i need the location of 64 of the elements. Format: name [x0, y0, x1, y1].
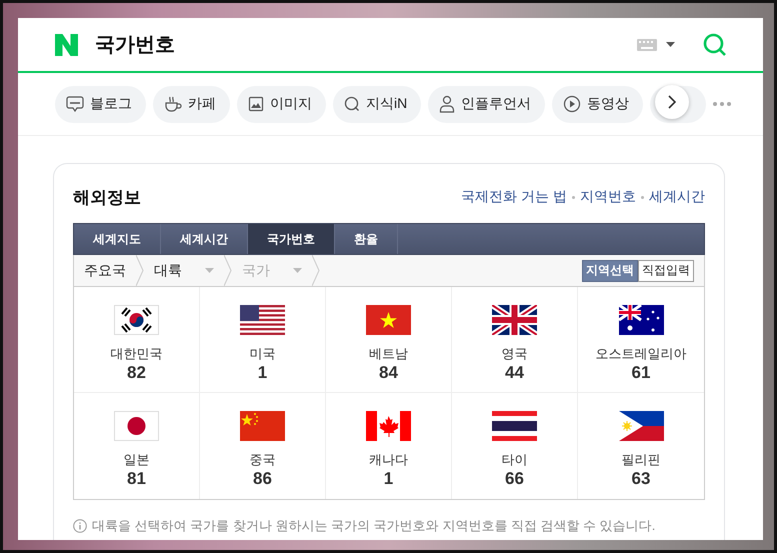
country-name[interactable]: 오스트레일리아 [596, 345, 686, 363]
category-tab[interactable]: 환율 [335, 224, 398, 254]
play-circle-icon [563, 95, 582, 113]
country-name[interactable]: 필리핀 [622, 451, 660, 469]
country-name[interactable]: 미국 [250, 345, 276, 363]
blog-speech-bubble-icon [66, 96, 84, 112]
breadcrumb-item[interactable]: 주요국 [74, 255, 136, 286]
country-name[interactable]: 타이 [502, 451, 528, 469]
chevron-right-icon [668, 95, 676, 109]
mode-toggle-button[interactable]: 지역선택 [582, 260, 638, 282]
keyboard-icon[interactable] [637, 38, 657, 50]
country-name[interactable]: 일본 [124, 451, 150, 469]
info-link[interactable]: 세계시간 [649, 188, 705, 206]
help-text: 대륙을 선택하여 국가를 찾거나 원하시는 국가의 국가번호와 지역번호를 직접 검색할 수 있습니다. [92, 517, 656, 535]
vietnam-flag-icon [366, 305, 411, 335]
country-name[interactable]: 대한민국 [110, 345, 162, 363]
search-icon[interactable] [703, 32, 727, 56]
country-code: 81 [127, 469, 146, 489]
more-icon[interactable] [713, 102, 732, 106]
search-tab[interactable]: 지식iN [333, 86, 422, 122]
united-kingdom-flag-icon [492, 305, 537, 335]
country-code: 66 [505, 469, 524, 489]
card-title: 해외정보 [73, 186, 141, 208]
south-korea-flag-icon [114, 305, 159, 335]
image-icon [248, 96, 264, 112]
n-logo-icon[interactable] [55, 34, 78, 56]
united-states-flag-icon [240, 305, 285, 335]
person-icon [439, 95, 456, 113]
thailand-flag-icon [492, 411, 537, 441]
category-tab[interactable]: 국가번호 [248, 224, 335, 254]
info-link[interactable]: 지역번호 [580, 188, 636, 206]
country-name[interactable]: 영국 [502, 345, 528, 363]
info-icon [73, 519, 87, 533]
search-tab[interactable]: 이미지 [237, 86, 326, 122]
country-code: 86 [253, 469, 272, 489]
dropdown-arrow-icon [293, 268, 302, 273]
australia-flag-icon [618, 305, 664, 335]
dropdown[interactable]: 대륙 [144, 255, 224, 286]
dropdown-arrow-icon [205, 268, 214, 273]
search-tab[interactable]: 블로그 [55, 86, 146, 122]
philippines-flag-icon [618, 411, 664, 441]
mode-toggle-button[interactable]: 직접입력 [638, 260, 694, 282]
q-icon [344, 96, 360, 112]
country-name[interactable]: 중국 [250, 451, 276, 469]
info-link[interactable]: 국제전화 거는 법 [461, 188, 567, 206]
country-code: 63 [632, 469, 650, 489]
caret-icon[interactable] [666, 42, 675, 47]
country-code: 1 [384, 469, 394, 489]
canada-flag-icon [366, 411, 411, 441]
country-name[interactable]: 베트남 [369, 345, 408, 363]
cup-icon [164, 95, 182, 113]
country-code: 1 [258, 363, 268, 383]
china-flag-icon [240, 411, 285, 441]
country-code: 82 [127, 363, 146, 383]
search-tab[interactable]: 동영상 [552, 86, 644, 122]
country-code: 84 [379, 363, 398, 383]
search-tab[interactable]: 인플루언서 [428, 86, 546, 122]
category-tab[interactable]: 세계지도 [74, 224, 161, 254]
search-tab[interactable]: 카페 [153, 86, 230, 122]
search-query[interactable]: 국가번호 [95, 31, 637, 58]
country-name[interactable]: 캐나다 [369, 451, 408, 469]
country-code: 44 [505, 363, 524, 383]
japan-flag-icon [114, 411, 159, 441]
country-code: 61 [632, 363, 650, 383]
